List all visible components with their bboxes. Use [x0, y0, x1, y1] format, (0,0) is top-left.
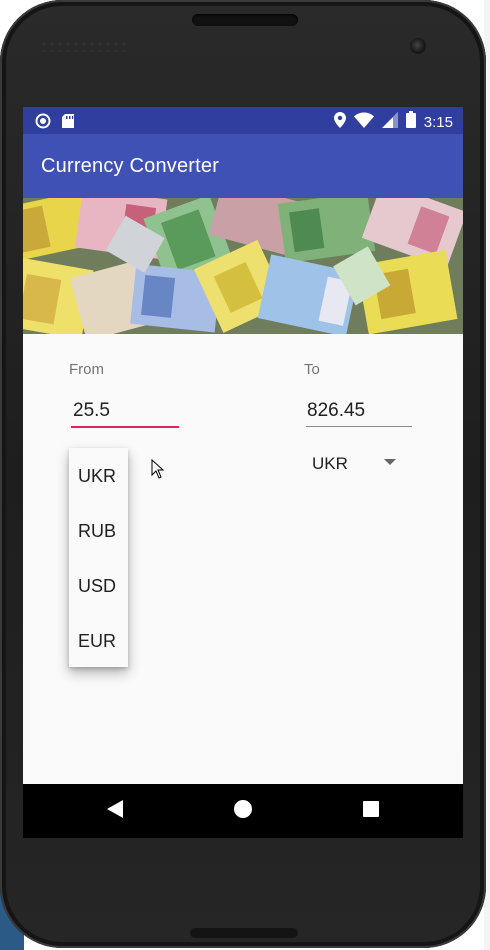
recents-button[interactable] [341, 784, 401, 838]
status-bar: 3:15 [23, 107, 463, 134]
dropdown-option-rub[interactable]: RUB [69, 504, 128, 559]
to-input-underline [306, 426, 412, 427]
page-title: Currency Converter [41, 155, 220, 177]
location-icon [333, 111, 346, 133]
navigation-bar [23, 784, 463, 838]
banknotes-illustration [23, 198, 463, 334]
chevron-down-icon[interactable] [384, 459, 396, 465]
signal-icon [381, 111, 398, 133]
status-clock: 3:15 [423, 113, 453, 131]
sd-card-icon [61, 113, 75, 134]
dropdown-option-usd[interactable]: USD [69, 559, 128, 614]
bottom-speaker [190, 928, 298, 938]
to-currency-spinner[interactable]: UKR [312, 454, 348, 474]
speaker-grille [40, 40, 130, 52]
battery-icon [405, 111, 416, 133]
home-icon [233, 799, 253, 824]
from-amount-input[interactable] [69, 395, 182, 427]
home-button[interactable] [213, 784, 273, 838]
recents-icon [362, 800, 380, 823]
back-icon [106, 799, 124, 824]
mouse-cursor-icon [151, 458, 165, 484]
back-button[interactable] [85, 784, 145, 838]
dropdown-option-eur[interactable]: EUR [69, 614, 128, 669]
from-currency-dropdown: UKR RUB USD EUR [69, 448, 128, 667]
app-toolbar: Currency Converter [23, 134, 463, 198]
dropdown-option-ukr[interactable]: UKR [69, 449, 128, 504]
from-label: From [69, 361, 104, 378]
earpiece-speaker [192, 14, 298, 26]
to-label: To [304, 361, 320, 378]
app-screen: 3:15 Currency Converter From 25.5 To 826… [23, 107, 463, 838]
to-amount-input[interactable] [303, 395, 416, 427]
front-camera [410, 38, 426, 54]
from-input-underline [71, 426, 179, 428]
wifi-icon [353, 112, 374, 133]
euro-banknotes-banner [23, 198, 463, 334]
circle-notification-icon [35, 113, 51, 134]
phone-frame: 3:15 Currency Converter From 25.5 To 826… [0, 0, 486, 948]
